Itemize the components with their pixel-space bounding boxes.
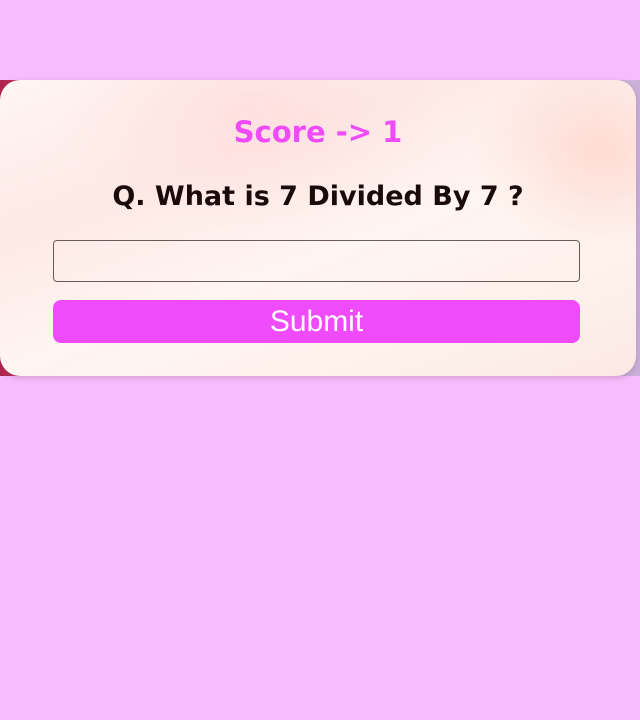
submit-button[interactable]: Submit	[53, 300, 580, 343]
question-text: Q. What is 7 Divided By 7 ?	[112, 181, 524, 212]
page: Score -> 1 Q. What is 7 Divided By 7 ? S…	[0, 0, 640, 720]
answer-input[interactable]	[53, 240, 580, 282]
score-label: Score -> 1	[233, 115, 403, 149]
